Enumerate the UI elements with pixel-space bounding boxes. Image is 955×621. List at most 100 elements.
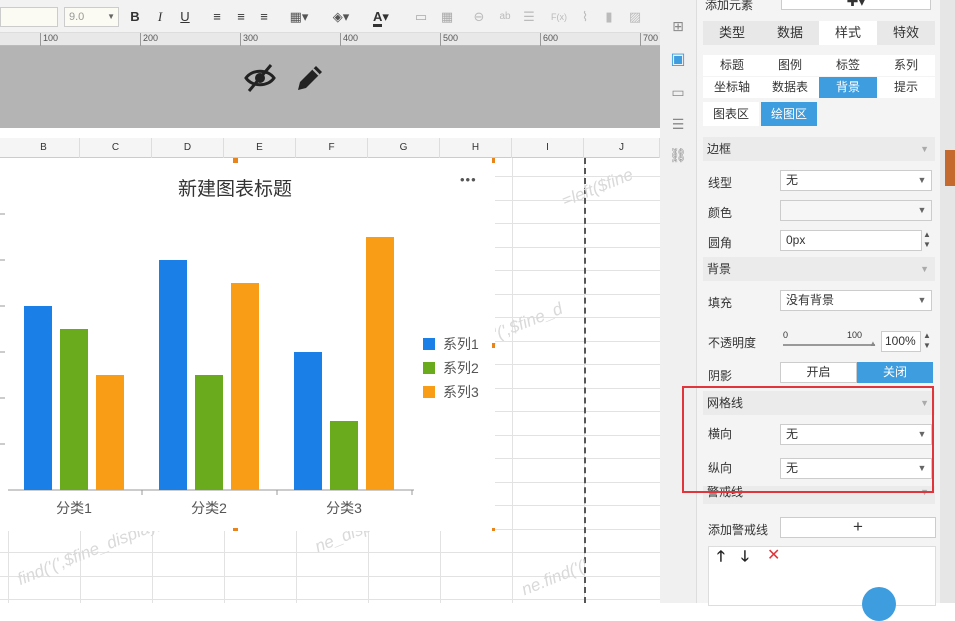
fill-color-icon[interactable]: ◈▾ [326, 8, 356, 26]
sparkline-icon[interactable]: ⌇ [576, 8, 594, 26]
opacity-slider[interactable] [783, 344, 875, 346]
bar[interactable] [60, 329, 88, 490]
font-size-select[interactable]: 9.0 ▼ [64, 7, 119, 27]
subtab-title[interactable]: 标题 [703, 55, 761, 76]
bold-button[interactable]: B [127, 8, 143, 26]
grid-line [512, 158, 513, 603]
column-header-i[interactable]: I [512, 138, 584, 158]
align-left-icon[interactable]: ≡ [208, 8, 226, 26]
table-icon[interactable]: ▦ [438, 8, 456, 26]
chart-title[interactable]: 新建图表标题 [0, 174, 470, 201]
line-type-select[interactable]: 无 ▼ [780, 170, 932, 191]
text-icon[interactable]: ab [496, 8, 514, 26]
delete-icon[interactable]: ✕ [767, 545, 780, 565]
watermark-text: =left($fine [558, 164, 636, 211]
bar-chart[interactable]: 分类1 分类2 分类3 系列1 系列2 系列3 [0, 158, 495, 531]
tab-type[interactable]: 类型 [703, 21, 761, 45]
add-warning-line-button[interactable]: + [780, 517, 936, 538]
hide-eye-icon[interactable] [243, 61, 277, 95]
bar[interactable] [366, 237, 394, 490]
legend-swatch [423, 338, 435, 350]
subtab-plot-area[interactable]: 绘图区 [761, 102, 817, 126]
align-center-icon[interactable]: ≡ [232, 8, 250, 26]
formula-icon[interactable]: F(x) [548, 8, 570, 26]
subtab-legend[interactable]: 图例 [761, 55, 819, 76]
column-header-c[interactable]: C [80, 138, 152, 158]
add-element-button[interactable]: ✚▾ [781, 0, 931, 10]
move-down-icon[interactable]: 🡓 [741, 546, 749, 571]
bar[interactable] [231, 283, 259, 490]
column-header-h[interactable]: H [440, 138, 512, 158]
resize-handle [492, 343, 495, 348]
subtab-series[interactable]: 系列 [877, 55, 935, 76]
x-tick-label: 分类2 [191, 500, 227, 516]
border-section-header[interactable]: 边框 ▼ [703, 137, 935, 161]
ruler-tick: 700 [640, 33, 658, 46]
bar[interactable] [24, 306, 52, 490]
paragraph-icon[interactable]: ☰ [520, 8, 538, 26]
background-section-header[interactable]: 背景 ▼ [703, 257, 935, 281]
tab-effects[interactable]: 特效 [877, 21, 935, 45]
underline-button[interactable]: U [177, 8, 193, 26]
color-select[interactable]: ▼ [780, 200, 932, 221]
opacity-stepper[interactable]: ▲ ▼ [923, 331, 931, 351]
column-header-j[interactable]: J [584, 138, 660, 158]
subtab-datatable[interactable]: 数据表 [761, 77, 819, 98]
legend-swatch [423, 386, 435, 398]
ruler-tick: 400 [340, 33, 358, 46]
column-header-d[interactable]: D [152, 138, 224, 158]
move-up-icon[interactable]: 🡑 [717, 546, 725, 571]
layers-icon[interactable]: ☰ [668, 114, 688, 134]
add-element-label: 添加元素 [705, 0, 754, 12]
opacity-slider-handle[interactable]: ▲ [869, 339, 877, 348]
resize-handle [492, 528, 495, 531]
bar[interactable] [330, 421, 358, 490]
chart-widget[interactable]: 分类1 分类2 分类3 系列1 系列2 系列3 新建图表标题 ••• [0, 158, 495, 531]
chart-more-icon[interactable]: ••• [460, 172, 477, 187]
opacity-input[interactable]: 100% [881, 331, 921, 352]
layout-icon[interactable]: ▣ [668, 50, 688, 70]
help-icon[interactable] [862, 587, 896, 621]
link-icon[interactable]: ⛓ [668, 145, 688, 165]
chart-icon[interactable]: ▮ [600, 8, 618, 26]
column-header-e[interactable]: E [224, 138, 296, 158]
properties-panel: 添加元素 ✚▾ 类型 数据 样式 特效 标题 图例 标签 系列 坐标轴 数据表 … [697, 0, 940, 621]
image-icon[interactable]: ▨ [626, 8, 644, 26]
subtab-tooltip[interactable]: 提示 [877, 77, 935, 98]
bar[interactable] [294, 352, 322, 490]
italic-button[interactable]: I [152, 8, 168, 26]
font-color-icon[interactable]: A▾ [366, 8, 396, 27]
tab-data[interactable]: 数据 [761, 21, 819, 45]
widget-icon[interactable]: ⊞ [668, 16, 688, 36]
bar[interactable] [195, 375, 223, 490]
panel-icon[interactable]: ▭ [668, 82, 688, 102]
subtab-background[interactable]: 背景 [819, 77, 877, 98]
resize-handle [492, 158, 495, 163]
add-warning-line-label: 添加警戒线 [708, 523, 769, 537]
line-type-label: 线型 [708, 176, 733, 190]
column-header-b[interactable]: B [8, 138, 80, 158]
radius-input[interactable]: 0px [780, 230, 922, 251]
edit-pencil-icon[interactable] [294, 62, 326, 94]
radius-stepper[interactable]: ▲ ▼ [923, 230, 931, 250]
shadow-on-button[interactable]: 开启 [780, 362, 857, 383]
subtab-axis[interactable]: 坐标轴 [703, 77, 761, 98]
fill-select[interactable]: 没有背景 ▼ [780, 290, 932, 311]
panel-scrollbar[interactable] [940, 0, 955, 603]
scrollbar-thumb[interactable] [945, 150, 955, 186]
link-icon[interactable]: ⊖ [470, 8, 488, 26]
grid-line [0, 599, 660, 600]
shadow-off-button[interactable]: 关闭 [857, 362, 933, 383]
subtab-label[interactable]: 标签 [819, 55, 877, 76]
column-header-g[interactable]: G [368, 138, 440, 158]
align-right-icon[interactable]: ≡ [255, 8, 273, 26]
column-header-f[interactable]: F [296, 138, 368, 158]
border-icon[interactable]: ▦▾ [285, 8, 313, 26]
bar[interactable] [96, 375, 124, 490]
merge-icon[interactable]: ▭ [412, 8, 430, 26]
tab-style[interactable]: 样式 [819, 21, 877, 45]
font-family-select[interactable] [0, 7, 58, 27]
column-header: BCDEFGHIJ [0, 138, 660, 158]
subtab-chart-area[interactable]: 图表区 [703, 102, 759, 126]
bar[interactable] [159, 260, 187, 490]
